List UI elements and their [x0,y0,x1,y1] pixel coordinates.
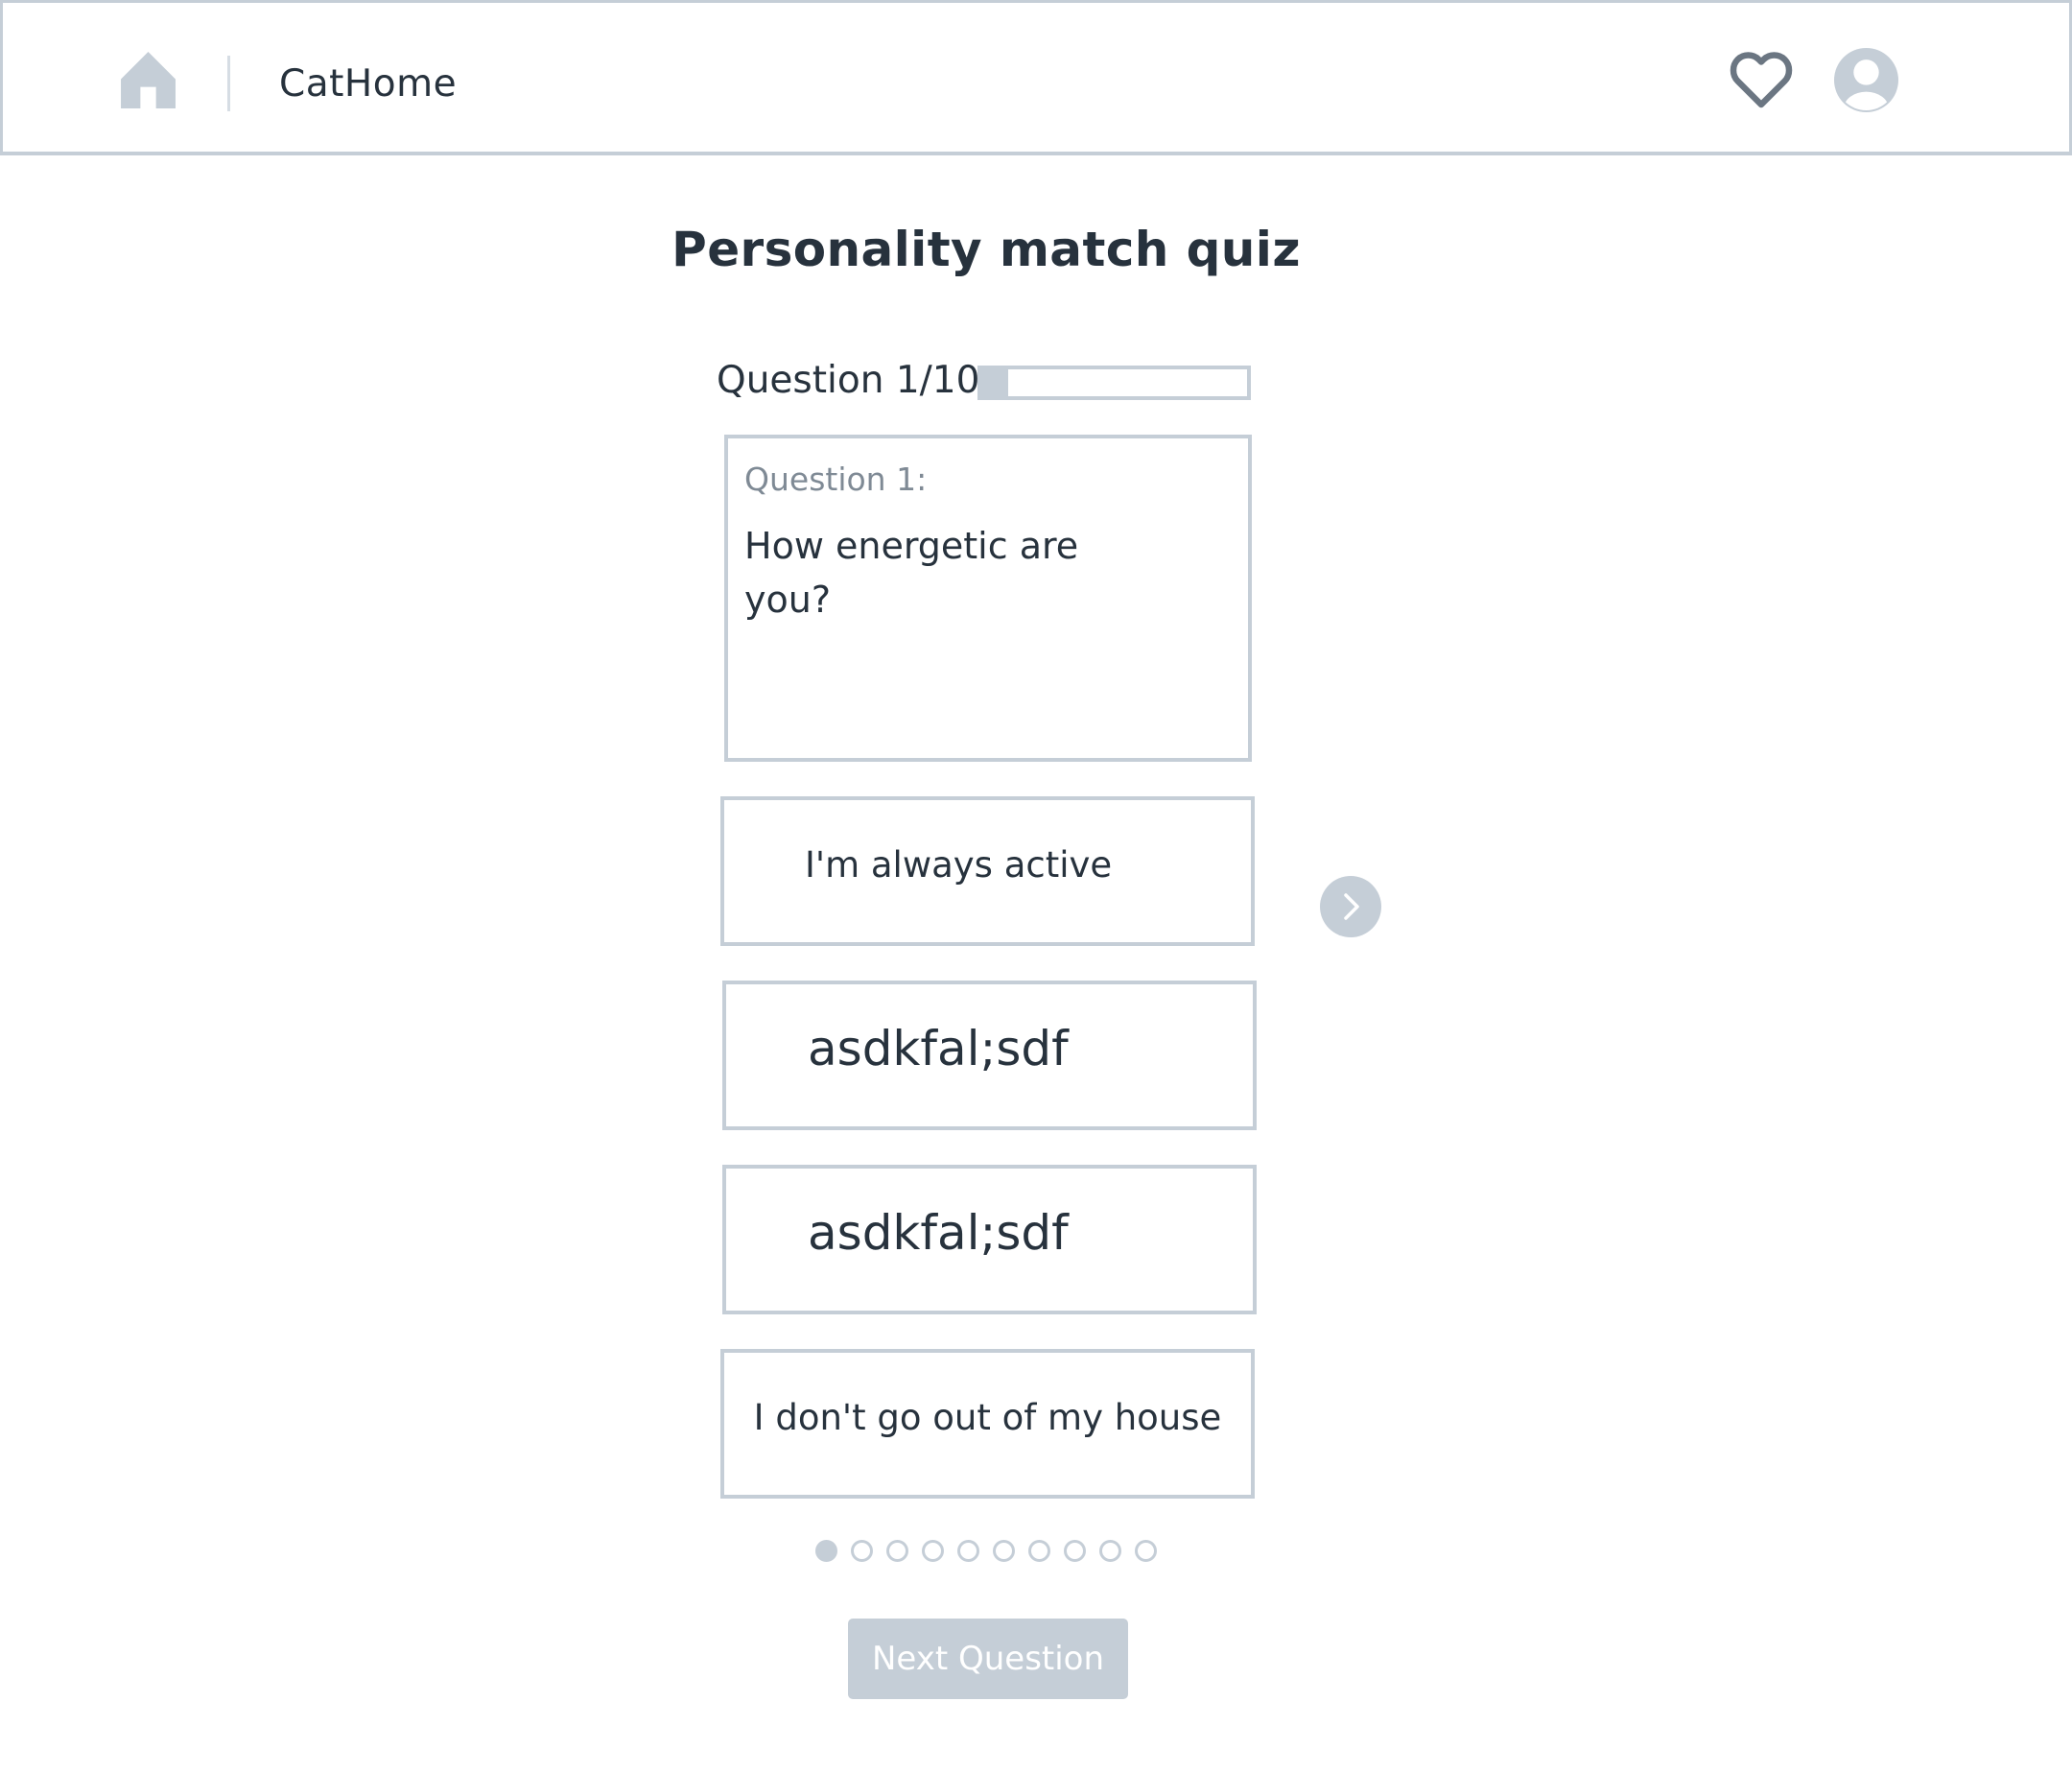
pager-dot-9[interactable] [1099,1540,1121,1562]
chevron-right-icon[interactable] [1320,876,1381,937]
question-text: How energetic are you? [744,525,1079,621]
pager-dot-1[interactable] [815,1540,837,1562]
progress-label: Question 1/10 [717,359,980,402]
home-icon[interactable] [119,50,177,108]
header-divider [227,56,230,111]
answer-option-label: asdkfal;sdf [808,1205,1069,1261]
answer-option-2[interactable]: asdkfal;sdf [722,981,1257,1130]
answer-option-label: asdkfal;sdf [808,1021,1069,1076]
page-title: Personality match quiz [671,222,1301,277]
answer-option-label: I don't go out of my house [753,1397,1222,1438]
question-card: Question 1: How energetic are you? [724,435,1252,762]
next-question-button[interactable]: Next Question [848,1619,1128,1699]
pager-dot-7[interactable] [1028,1540,1050,1562]
quiz-page: CatHome Personality match quiz Question … [0,0,2072,1773]
brand-name[interactable]: CatHome [279,60,457,108]
answer-option-4[interactable]: I don't go out of my house [720,1349,1255,1499]
pager-dot-8[interactable] [1064,1540,1086,1562]
answer-option-1[interactable]: I'm always active [720,796,1255,946]
pager-dot-3[interactable] [886,1540,908,1562]
progress-bar-fill [981,369,1008,396]
pager-dot-10[interactable] [1135,1540,1157,1562]
heart-icon[interactable] [1730,51,1793,110]
answer-option-3[interactable]: asdkfal;sdf [722,1165,1257,1314]
pager-dot-2[interactable] [851,1540,873,1562]
top-navigation-bar: CatHome [0,0,2072,155]
question-pager [815,1540,1161,1563]
pager-dot-4[interactable] [922,1540,944,1562]
progress-bar [977,366,1251,400]
answer-option-label: I'm always active [805,844,1113,886]
pager-dot-6[interactable] [993,1540,1015,1562]
question-number-label: Question 1: [744,461,928,498]
user-avatar-icon[interactable] [1834,48,1898,112]
pager-dot-5[interactable] [957,1540,979,1562]
